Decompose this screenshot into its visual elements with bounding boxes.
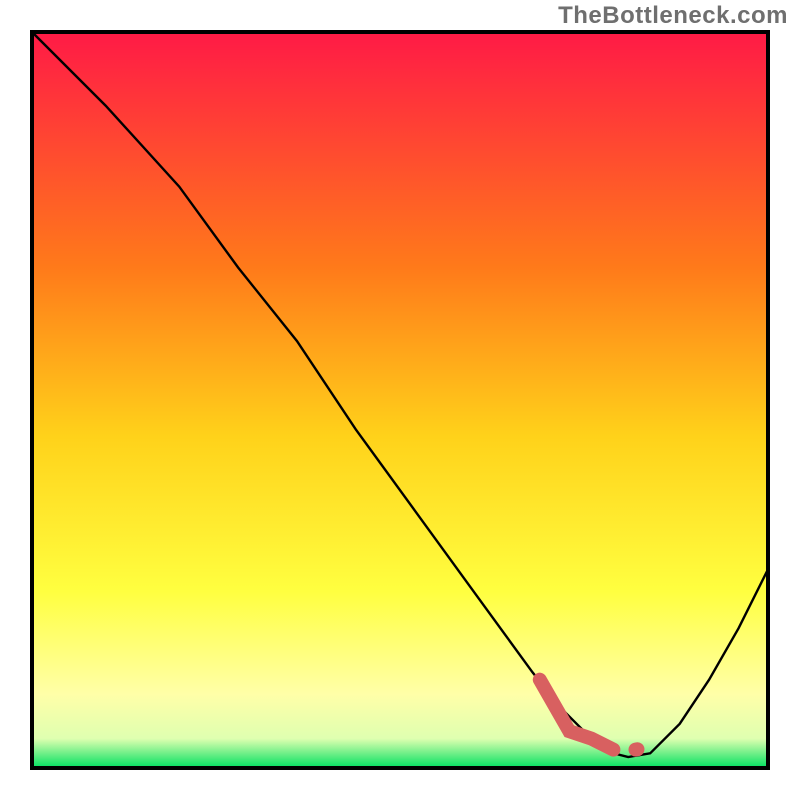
bottleneck-chart — [0, 0, 800, 800]
plot-area — [32, 32, 768, 768]
watermark-label: TheBottleneck.com — [558, 2, 788, 30]
chart-container: TheBottleneck.com — [0, 0, 800, 800]
